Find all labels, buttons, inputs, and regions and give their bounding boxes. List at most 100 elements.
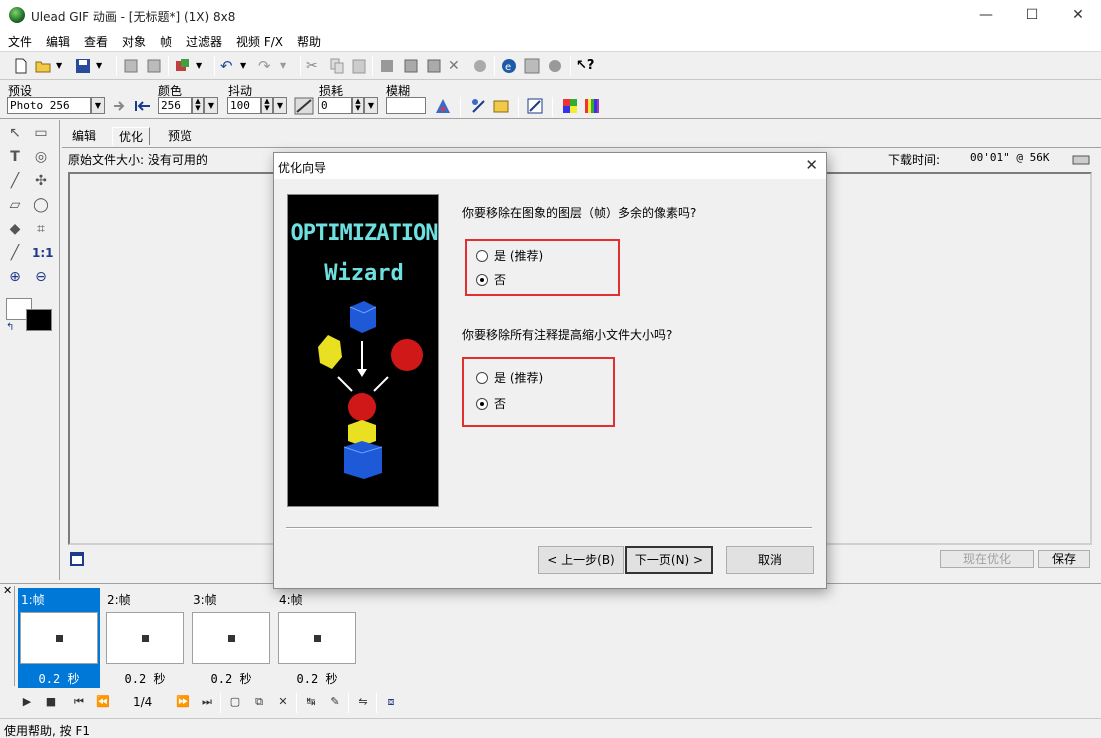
blur-input[interactable] <box>386 97 426 114</box>
q1-yes-radio[interactable] <box>476 249 488 262</box>
previous-frame-icon[interactable]: ⏪ <box>96 695 110 709</box>
wizard-icon[interactable] <box>546 57 564 75</box>
last-frame-icon[interactable]: ⏭ <box>200 695 214 709</box>
context-help-icon[interactable]: ↖? <box>576 57 594 75</box>
colors-dropdown-icon[interactable]: ▼ <box>204 97 218 114</box>
dither-dropdown-icon[interactable]: ▼ <box>273 97 287 114</box>
open-folder-icon[interactable] <box>34 57 52 75</box>
zoom-out-icon[interactable]: ⊖ <box>32 268 50 286</box>
back-button[interactable]: < 上一步(B) <box>538 546 624 574</box>
optimization-preview-icon[interactable] <box>470 97 488 115</box>
color-palette-icon[interactable] <box>434 97 452 115</box>
redo-icon[interactable]: ↷ <box>258 57 276 75</box>
undo-icon[interactable]: ↶ <box>220 57 238 75</box>
frame-delay[interactable]: 0.2 秒 <box>18 670 100 687</box>
frame-delay[interactable]: 0.2 秒 <box>276 670 358 687</box>
play-icon[interactable]: ▶ <box>20 695 34 709</box>
export-icon[interactable] <box>145 57 163 75</box>
launch-editor-icon[interactable] <box>174 57 192 75</box>
preset-dropdown-icon[interactable]: ▼ <box>91 97 105 114</box>
crop-tool-icon[interactable]: ⌗ <box>32 220 50 238</box>
cut-icon[interactable]: ✂ <box>306 57 324 75</box>
paste-icon[interactable] <box>350 57 368 75</box>
frame-thumbnail[interactable]: 4:帧 0.2 秒 <box>276 588 358 688</box>
frame-thumbnail[interactable]: 2:帧 0.2 秒 <box>104 588 186 688</box>
frame-delay[interactable]: 0.2 秒 <box>104 670 186 687</box>
colors-input[interactable]: 256 <box>158 97 192 114</box>
delete-frame-icon[interactable]: ✕ <box>448 57 466 75</box>
loss-spinner[interactable]: ▲ ▼ <box>352 97 364 114</box>
swap-colors-icon[interactable]: ↰ <box>6 322 14 333</box>
frame-properties-icon[interactable]: ✎ <box>328 695 342 709</box>
stop-icon[interactable]: ■ <box>44 695 58 709</box>
reverse-frames-icon[interactable]: ⇋ <box>356 695 370 709</box>
frame-delay[interactable]: 0.2 秒 <box>190 670 272 687</box>
menu-help[interactable]: 帮助 <box>297 33 321 50</box>
tab-optimize[interactable]: 优化 <box>112 127 151 145</box>
save-preset-icon[interactable] <box>134 98 152 114</box>
cancel-button[interactable]: 取消 <box>726 546 814 574</box>
loss-input[interactable]: 0 <box>318 97 352 114</box>
delete-frame-icon[interactable]: ✕ <box>276 695 290 709</box>
dither-input[interactable]: 100 <box>227 97 261 114</box>
paintbrush-tool-icon[interactable]: ╱ <box>6 172 24 190</box>
preview-in-browser-icon[interactable]: e <box>500 57 518 75</box>
panel-close-icon[interactable]: ✕ <box>3 584 12 597</box>
modem-icon[interactable] <box>1072 153 1090 165</box>
loss-dropdown-icon[interactable]: ▼ <box>364 97 378 114</box>
save-disk-icon[interactable] <box>74 57 92 75</box>
save-dropdown-icon[interactable]: ▼ <box>96 57 114 75</box>
editor-dropdown-icon[interactable]: ▼ <box>196 57 214 75</box>
tween-frames-icon[interactable]: ↹ <box>304 695 318 709</box>
redo-dropdown-icon[interactable]: ▼ <box>280 57 298 75</box>
q2-yes-radio[interactable] <box>476 371 488 384</box>
q2-yes-option[interactable]: 是 (推荐) <box>476 369 543 386</box>
tween-icon[interactable] <box>471 57 489 75</box>
optimize-now-button[interactable]: 现在优化 <box>940 550 1034 568</box>
q2-no-option[interactable]: 否 <box>476 395 506 412</box>
menu-filter[interactable]: 过滤器 <box>186 33 222 50</box>
q1-no-option[interactable]: 否 <box>476 271 506 288</box>
dither-spinner[interactable]: ▲ ▼ <box>261 97 273 114</box>
actual-size-icon[interactable]: 1:1 <box>32 244 54 262</box>
lasso-tool-icon[interactable]: ◎ <box>32 148 50 166</box>
next-button[interactable]: 下一页(N) > <box>625 546 713 574</box>
close-button[interactable]: ✕ <box>1055 0 1101 30</box>
preset-select[interactable]: Photo 256 <box>7 97 91 114</box>
marquee-tool-icon[interactable]: ▭ <box>32 124 50 142</box>
magic-wand-tool-icon[interactable]: ◯ <box>32 196 50 214</box>
save-button[interactable]: 保存 <box>1038 550 1090 568</box>
menu-frame[interactable]: 帧 <box>160 33 172 50</box>
eraser-tool-icon[interactable]: ▱ <box>6 196 24 214</box>
menu-object[interactable]: 对象 <box>122 33 146 50</box>
background-color-swatch[interactable] <box>26 309 52 331</box>
frame-thumbnail[interactable]: 3:帧 0.2 秒 <box>190 588 272 688</box>
undo-dropdown-icon[interactable]: ▼ <box>240 57 258 75</box>
eyedropper-tool-icon[interactable]: ╱ <box>6 244 24 262</box>
pick-tool-icon[interactable]: ↖ <box>6 124 24 142</box>
menu-file[interactable]: 文件 <box>8 33 32 50</box>
maximize-button[interactable]: ☐ <box>1009 0 1055 30</box>
clone-tool-icon[interactable]: ✣ <box>32 172 50 190</box>
new-file-icon[interactable] <box>12 57 30 75</box>
color-table-icon[interactable] <box>584 98 600 114</box>
window-mode-icon[interactable] <box>70 552 84 566</box>
tab-preview[interactable]: 预览 <box>162 127 198 145</box>
add-frame-icon[interactable]: ▢ <box>228 695 242 709</box>
next-frame-icon[interactable]: ⏩ <box>176 695 190 709</box>
open-dropdown-icon[interactable]: ▼ <box>56 57 74 75</box>
menu-edit[interactable]: 编辑 <box>46 33 70 50</box>
compare-icon[interactable] <box>526 97 544 115</box>
colors-spinner[interactable]: ▲ ▼ <box>192 97 204 114</box>
q1-yes-option[interactable]: 是 (推荐) <box>476 247 543 264</box>
minimize-button[interactable]: — <box>963 0 1009 30</box>
menu-video-fx[interactable]: 视频 F/X <box>236 33 283 50</box>
add-image-icon[interactable] <box>425 57 443 75</box>
frame-properties-icon[interactable] <box>378 57 396 75</box>
q2-no-radio[interactable] <box>476 397 488 410</box>
fill-tool-icon[interactable]: ◆ <box>6 220 24 238</box>
palette-grid-icon[interactable] <box>562 98 578 114</box>
add-frame-icon[interactable] <box>402 57 420 75</box>
frame-thumbnail[interactable]: 1:帧 0.2 秒 <box>18 588 100 688</box>
tab-edit[interactable]: 编辑 <box>66 127 102 145</box>
